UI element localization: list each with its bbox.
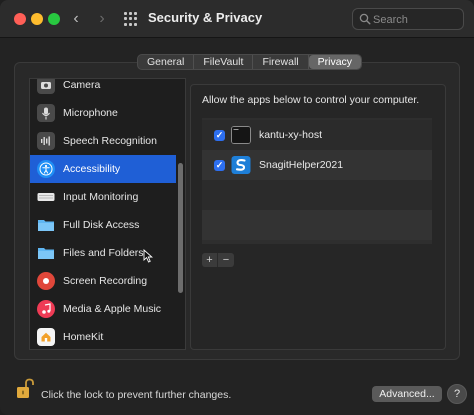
app-row-kantu-xy-host[interactable]: ✓ kantu-xy-host (202, 120, 432, 150)
help-button[interactable]: ? (447, 384, 467, 404)
title-bar: ‹ › Security & Privacy (0, 0, 474, 38)
sidebar-item-label: Files and Folders (63, 247, 144, 259)
sidebar-item-label: Speech Recognition (63, 135, 157, 147)
sidebar-item-input-monitoring[interactable]: Input Monitoring (30, 183, 176, 211)
tab-bar: General FileVault Firewall Privacy (137, 54, 363, 70)
sidebar-item-microphone[interactable]: Microphone (30, 99, 176, 127)
music-icon (37, 300, 55, 318)
terminal-icon (231, 126, 251, 144)
search-icon (359, 13, 371, 25)
folder-icon (37, 216, 55, 234)
minimize-window-button[interactable] (31, 13, 43, 25)
window-title: Security & Privacy (148, 10, 263, 25)
app-row-snagithelper2021[interactable]: ✓ SnagitHelper2021 (202, 150, 432, 180)
sidebar-item-speech-recognition[interactable]: Speech Recognition (30, 127, 176, 155)
sidebar-item-label: Accessibility (63, 163, 121, 175)
app-checkbox[interactable]: ✓ (214, 159, 225, 171)
add-app-button[interactable]: + (202, 253, 218, 267)
sidebar-item-label: Media & Apple Music (63, 303, 162, 315)
microphone-icon (37, 104, 55, 122)
accessibility-icon (37, 160, 55, 178)
tab-filevault[interactable]: FileVault (194, 55, 254, 69)
app-name: kantu-xy-host (259, 129, 323, 141)
sidebar-item-accessibility[interactable]: Accessibility (30, 155, 176, 183)
sidebar-item-homekit[interactable]: HomeKit (30, 323, 176, 349)
snagit-icon (231, 156, 251, 174)
privacy-category-list[interactable]: Camera Microphone Speech Recognition Acc… (29, 78, 186, 350)
camera-icon (37, 79, 55, 94)
sidebar-item-label: Full Disk Access (63, 219, 140, 231)
add-remove-controls: + − (202, 253, 234, 267)
empty-row (202, 210, 432, 240)
sidebar-item-label: Microphone (63, 107, 118, 119)
sidebar-item-media-apple-music[interactable]: Media & Apple Music (30, 295, 176, 323)
security-privacy-window: ‹ › Security & Privacy General FileVault… (0, 0, 474, 415)
sidebar-scroll-thumb[interactable] (178, 163, 183, 293)
tab-firewall[interactable]: Firewall (253, 55, 309, 69)
remove-app-button[interactable]: − (218, 253, 234, 267)
home-icon (37, 328, 55, 346)
tab-general[interactable]: General (138, 55, 195, 69)
speech-waveform-icon (37, 132, 55, 150)
mouse-cursor-icon (143, 249, 153, 263)
lock-hint-text: Click the lock to prevent further change… (41, 389, 232, 401)
sidebar-item-full-disk-access[interactable]: Full Disk Access (30, 211, 176, 239)
empty-row (202, 180, 432, 210)
keyboard-icon (37, 188, 55, 206)
tab-privacy[interactable]: Privacy (308, 55, 362, 69)
search-input[interactable] (373, 12, 459, 27)
search-field[interactable] (352, 8, 464, 30)
pane-description: Allow the apps below to control your com… (202, 94, 420, 106)
folder-icon (37, 244, 55, 262)
sidebar-item-screen-recording[interactable]: Screen Recording (30, 267, 176, 295)
forward-button[interactable]: › (92, 9, 112, 29)
sidebar-item-camera[interactable]: Camera (30, 79, 176, 99)
show-all-grid-icon[interactable] (124, 12, 138, 26)
app-checkbox[interactable]: ✓ (214, 129, 225, 141)
sidebar-scrollbar[interactable] (176, 79, 185, 349)
sidebar-item-label: Screen Recording (63, 275, 148, 287)
sidebar-item-label: Camera (63, 79, 101, 91)
sidebar-item-label: HomeKit (63, 331, 104, 343)
advanced-button[interactable]: Advanced... (372, 386, 442, 402)
app-name: SnagitHelper2021 (259, 159, 344, 171)
lock-icon[interactable] (16, 378, 34, 400)
screen-record-icon (37, 272, 55, 290)
back-button[interactable]: ‹ (66, 9, 86, 29)
sidebar-item-label: Input Monitoring (63, 191, 139, 203)
sidebar-item-files-and-folders[interactable]: Files and Folders (30, 239, 176, 267)
close-window-button[interactable] (14, 13, 26, 25)
zoom-window-button[interactable] (48, 13, 60, 25)
app-list[interactable]: ✓ kantu-xy-host ✓ SnagitHelper2021 (202, 118, 432, 244)
